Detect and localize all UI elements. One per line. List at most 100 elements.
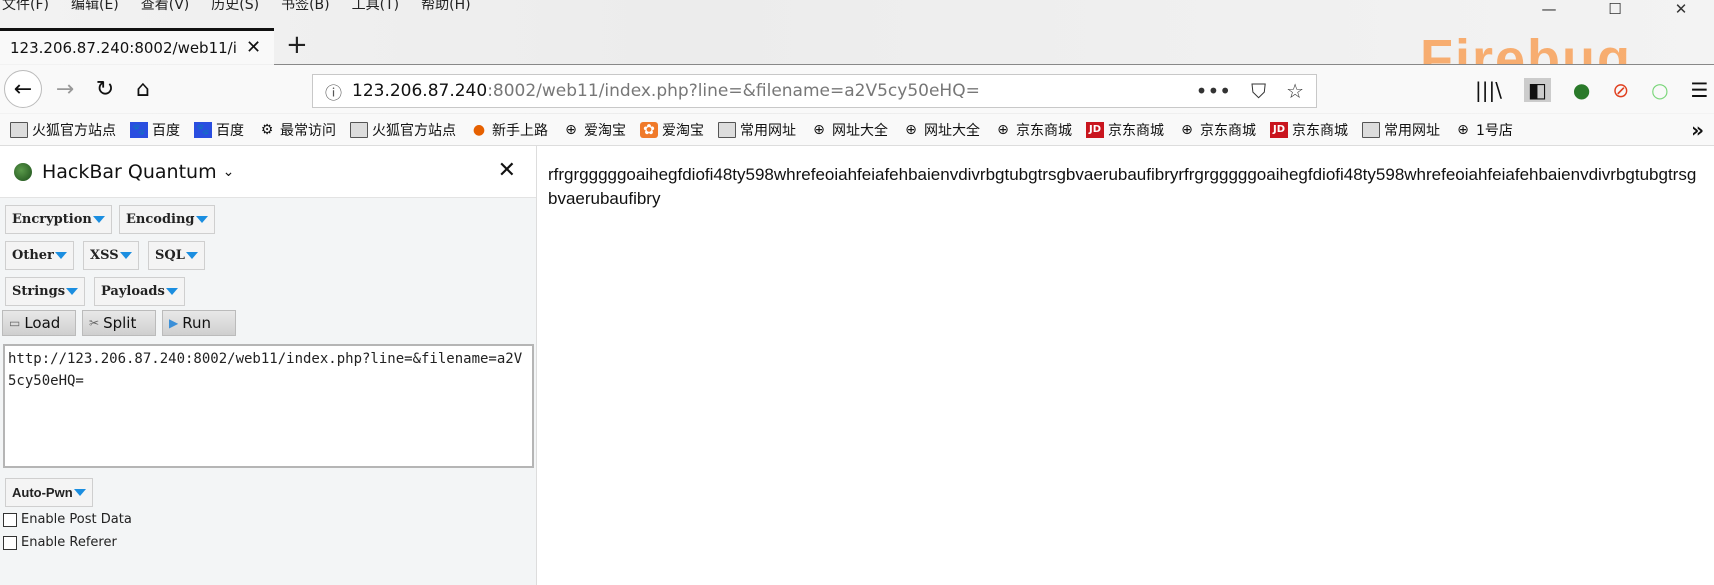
menu-tools[interactable]: 工具(T) [352,0,399,14]
close-tab-icon[interactable]: ✕ [246,37,261,58]
bookmark-item[interactable]: ⚙ 最常访问 [258,120,336,140]
bookmark-label: 火狐官方站点 [32,122,116,139]
bookmark-item[interactable]: 常用网址 [1362,120,1440,140]
new-tab-button[interactable]: + [286,30,308,60]
menu-help[interactable]: 帮助(H) [421,0,470,14]
pocket-icon[interactable]: ⛉ [1251,79,1266,103]
menu-label: Payloads [101,284,165,299]
encoding-menu[interactable]: Encoding [119,205,215,234]
payloads-menu[interactable]: Payloads [94,277,185,306]
bookmark-item[interactable]: ⊕ 京东商城 [994,120,1072,140]
bookmark-label: 爱淘宝 [662,122,704,139]
bookmark-item[interactable]: ⊕ 爱淘宝 [562,120,626,140]
bookmark-item[interactable]: JD 京东商城 [1270,120,1348,140]
firefox-icon: ● [472,121,486,138]
jd-icon: JD [1086,121,1104,138]
hackbar-icon[interactable]: ● [1573,78,1590,102]
checkbox[interactable] [3,512,17,527]
bookmark-item[interactable]: 🐾 百度 [194,120,244,140]
back-button[interactable]: ← [4,70,42,108]
checkbox[interactable] [3,535,17,550]
xiaomi-icon: ✿ [640,121,658,138]
globe-icon: ⊕ [813,121,825,138]
info-icon[interactable]: ⓘ [325,79,342,104]
bookmark-star-icon[interactable]: ☆ [1286,79,1304,103]
sidebar-icon[interactable]: ◧ [1523,78,1551,102]
checkbox-label: Enable Post Data [21,512,132,527]
bookmark-label: 京东商城 [1108,122,1164,139]
enable-referer-checkbox[interactable]: Enable Referer [3,535,117,550]
bookmark-label: 百度 [152,122,180,139]
menu-label: XSS [90,248,119,263]
close-window-button[interactable]: ✕ [1648,0,1714,18]
bookmark-item[interactable]: ⊕ 1号店 [1454,120,1513,140]
bookmarks-overflow-icon[interactable]: » [1691,118,1704,142]
menu-label: Other [12,248,54,263]
home-button[interactable]: ⌂ [124,70,162,108]
baidu-icon: 🐾 [194,121,212,138]
sql-menu[interactable]: SQL [148,241,205,270]
sidebar-title[interactable]: HackBar Quantum [42,161,217,183]
bookmarks-toolbar: 火狐官方站点 🐾 百度 🐾 百度 ⚙ 最常访问 火狐官方站点 ● 新手上路 ⊕ 爱淘宝 ✿ 爱淘宝 常用网址… [0,114,1714,146]
bookmark-label: 爱淘宝 [584,122,626,139]
maximize-button[interactable]: ☐ [1582,0,1648,18]
folder-icon [350,121,368,138]
dropdown-arrow-icon [54,252,67,259]
bookmark-item[interactable]: ⊕ 京东商城 [1178,120,1256,140]
baidu-icon: 🐾 [130,121,148,138]
load-button[interactable]: ▭ Load [2,310,76,336]
bookmark-item[interactable]: 常用网址 [718,120,796,140]
forward-button[interactable]: → [46,70,84,108]
noscript-icon[interactable]: ⊘ [1612,78,1629,102]
menu-file[interactable]: 文件(F) [2,0,49,14]
menu-bar: 文件(F) 编辑(E) 查看(V) 历史(S) 书签(B) 工具(T) 帮助(H… [0,0,471,14]
run-button[interactable]: ▶ Run [162,310,236,336]
chevron-down-icon[interactable]: ⌄ [223,164,235,180]
menu-bookmarks[interactable]: 书签(B) [281,0,330,14]
bookmark-item[interactable]: 火狐官方站点 [10,120,116,140]
toolbar-icons: |||\ ◧ ● ⊘ ○ ☰ [1475,78,1708,102]
auto-pwn-menu[interactable]: Auto-Pwn [5,478,93,507]
menu-history[interactable]: 历史(S) [211,0,259,14]
bookmark-label: 1号店 [1476,122,1513,139]
tab-active[interactable]: 123.206.87.240:8002/web11/index.php?line… [0,28,274,64]
other-menu[interactable]: Other [5,241,74,270]
menu-label: SQL [155,248,185,263]
jd-icon: JD [1270,121,1288,138]
hackbar-sidebar: HackBar Quantum ⌄ ✕ Encryption Encoding … [0,146,537,585]
bookmark-item[interactable]: ✿ 爱淘宝 [640,120,704,140]
gear-icon: ⚙ [260,121,274,138]
url-bar[interactable]: ⓘ 123.206.87.240:8002/web11/index.php?li… [312,74,1317,108]
extension-icon[interactable]: ○ [1651,78,1668,102]
reload-button[interactable]: ↻ [86,70,124,108]
button-label: Run [182,314,211,332]
bookmark-item[interactable]: ⊕ 网址大全 [810,120,888,140]
load-icon: ▭ [9,316,21,330]
bookmark-item[interactable]: ⊕ 网址大全 [902,120,980,140]
bookmark-item[interactable]: 🐾 百度 [130,120,180,140]
split-button[interactable]: ✂ Split [82,310,156,336]
menu-view[interactable]: 查看(V) [141,0,190,14]
url-textarea[interactable]: http://123.206.87.240:8002/web11/index.p… [3,344,534,468]
menu-edit[interactable]: 编辑(E) [71,0,119,14]
minimize-button[interactable]: — [1516,0,1582,18]
dropdown-arrow-icon [185,252,198,259]
strings-menu[interactable]: Strings [5,277,86,306]
bookmark-item[interactable]: 火狐官方站点 [350,120,456,140]
button-label: Load [24,314,61,332]
page-actions-icon[interactable]: ••• [1196,79,1231,103]
bookmark-label: 京东商城 [1200,122,1256,139]
enable-post-data-checkbox[interactable]: Enable Post Data [3,512,132,527]
library-icon[interactable]: |||\ [1475,78,1502,102]
bookmark-item[interactable]: JD 京东商城 [1086,120,1164,140]
bookmark-label: 京东商城 [1016,122,1072,139]
menu-label: Auto-Pwn [12,485,73,500]
globe-icon: ⊕ [905,121,917,138]
globe-icon: ⊕ [1181,121,1193,138]
encryption-menu[interactable]: Encryption [5,205,112,234]
bookmark-item[interactable]: ● 新手上路 [470,120,548,140]
close-sidebar-icon[interactable]: ✕ [498,158,516,183]
xss-menu[interactable]: XSS [83,241,139,270]
tab-title: 123.206.87.240:8002/web11/index.php?line… [10,38,238,57]
menu-icon[interactable]: ☰ [1691,78,1709,102]
